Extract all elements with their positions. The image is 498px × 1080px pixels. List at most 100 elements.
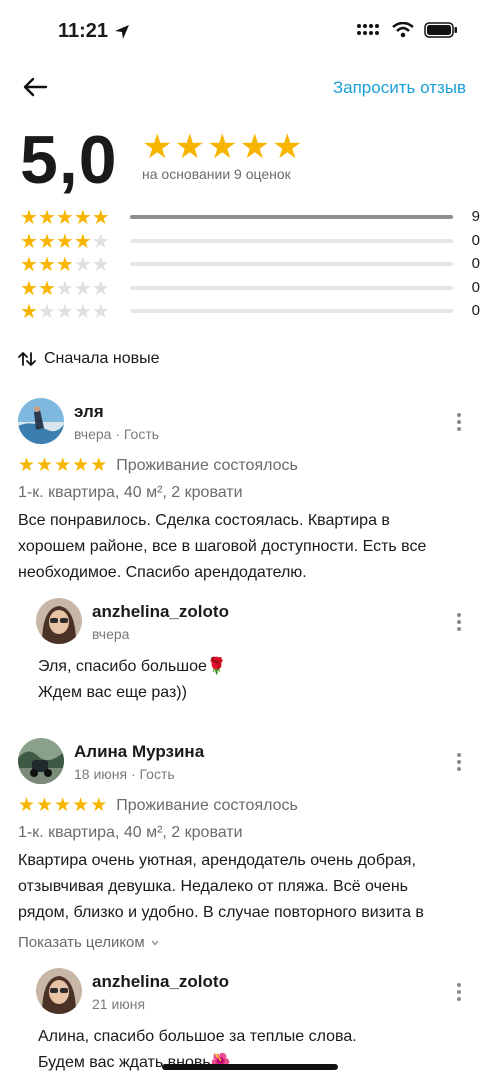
distribution-stars: ★ ★ ★ ★ ★ <box>20 279 110 299</box>
distribution-stars: ★ ★ ★ ★ ★ <box>20 232 110 252</box>
stay-status: Проживание состоялось <box>116 796 298 814</box>
clock: 11:21 <box>58 20 109 42</box>
review-text: Квартира очень уютная, арендодатель очен… <box>18 848 424 926</box>
distribution-bar-fill <box>130 215 453 219</box>
star-icon: ★ <box>90 455 108 476</box>
wifi-icon <box>392 22 414 38</box>
star-icon: ★ <box>91 207 110 229</box>
show-more-button[interactable]: Показать целиком <box>18 934 159 951</box>
star-icon: ★ <box>36 455 54 476</box>
average-score: 5,0 <box>20 122 118 198</box>
review-text-line: хорошем районе, все в шаговой доступност… <box>18 538 427 555</box>
reply-text-line: Эля, спасибо большое🌹 <box>38 658 227 675</box>
star-icon: ★ <box>20 277 38 300</box>
star-icon: ★ <box>20 230 38 253</box>
reply-avatar[interactable] <box>36 968 82 1014</box>
more-options-icon[interactable] <box>453 981 465 1003</box>
star-icon: ★ <box>142 128 173 166</box>
star-icon: ★ <box>206 128 238 166</box>
reply-author: anzhelina_zoloto <box>92 972 229 991</box>
review-rating: ★ ★ ★ ★ ★ Проживание состоялось <box>18 796 298 815</box>
back-button[interactable] <box>22 76 52 100</box>
star-icon: ★ <box>271 128 303 166</box>
star-icon: ★ <box>20 301 38 323</box>
reply-text-line: Будем вас ждать вновь🌺 <box>38 1054 231 1071</box>
star-icon: ★ <box>91 254 110 276</box>
distribution-stars: ★ ★ ★ ★ ★ <box>20 208 110 228</box>
star-icon: ★ <box>90 795 108 816</box>
avatar[interactable] <box>18 738 64 784</box>
star-icon: ★ <box>174 128 205 166</box>
review-text-line: Все понравилось. Сделка состоялась. Квар… <box>18 512 390 529</box>
star-icon: ★ <box>37 207 56 229</box>
distribution-stars: ★ ★ ★ ★ ★ <box>20 302 110 322</box>
sort-button[interactable]: Сначала новые <box>18 350 159 368</box>
distribution-bar <box>130 262 453 266</box>
star-icon: ★ <box>239 128 270 166</box>
star-icon: ★ <box>37 254 56 276</box>
more-options-icon[interactable] <box>453 411 465 433</box>
distribution-row: ★ ★ ★ ★ ★ 0 <box>20 232 484 256</box>
chevron-down-icon <box>151 940 159 945</box>
star-icon: ★ <box>37 277 56 300</box>
distribution-bar <box>130 285 453 290</box>
star-icon: ★ <box>36 795 54 816</box>
star-icon: ★ <box>73 230 92 253</box>
distribution-row: ★ ★ ★ ★ ★ 0 <box>20 255 484 279</box>
reviewer-name: Алина Мурзина <box>74 742 205 761</box>
listing-details: 1-к. квартира, 40 м², 2 кровати <box>18 484 243 501</box>
review-rating: ★ ★ ★ ★ ★ Проживание состоялось <box>18 456 298 475</box>
star-icon: ★ <box>91 277 110 300</box>
reply-avatar[interactable] <box>36 598 82 644</box>
reply-meta: 21 июня <box>92 996 146 1012</box>
distribution-row: ★ ★ ★ ★ ★ 9 <box>20 208 484 232</box>
star-icon: ★ <box>55 254 74 276</box>
request-review-link[interactable]: Запросить отзыв <box>333 78 466 98</box>
status-bar: 11:21 <box>0 0 498 62</box>
rating-distribution: ★ ★ ★ ★ ★ 9 ★ ★ ★ ★ ★ 0 ★ ★ ★ ★ ★ 0 ★ ★ ★ ★ ★ 0 ★ ★ ★ ★ ★ 0 <box>20 208 484 326</box>
review-text-line: Квартира очень уютная, арендодатель очен… <box>18 852 416 869</box>
star-icon: ★ <box>37 230 56 253</box>
arrow-left-icon <box>23 77 48 97</box>
status-time: 11:21 <box>58 20 130 43</box>
star-icon: ★ <box>54 795 72 816</box>
nav-bar: Запросить отзыв <box>0 68 498 108</box>
star-icon: ★ <box>72 455 90 476</box>
star-icon: ★ <box>73 207 92 229</box>
star-icon: ★ <box>55 230 74 253</box>
star-icon: ★ <box>73 254 92 276</box>
star-icon: ★ <box>20 254 38 276</box>
star-icon: ★ <box>20 207 38 229</box>
star-icon: ★ <box>91 301 110 323</box>
reply-text-line: Ждем вас еще раз)) <box>38 684 187 701</box>
reviewer-name: эля <box>74 402 104 421</box>
star-icon: ★ <box>55 207 74 229</box>
review-meta: 18 июня · Гость <box>74 766 175 782</box>
review-text-line: необходимое. Спасибо арендодателю. <box>18 564 307 581</box>
star-icon: ★ <box>72 795 90 816</box>
avatar-photo <box>18 398 64 444</box>
battery-icon <box>424 22 457 38</box>
avatar[interactable] <box>18 398 64 444</box>
review-text-line: рядом, близко и удобно. В случае повторн… <box>18 904 424 921</box>
distribution-row: ★ ★ ★ ★ ★ 0 <box>20 279 484 303</box>
sort-arrows-icon <box>18 352 36 366</box>
star-icon: ★ <box>18 795 36 816</box>
more-options-icon[interactable] <box>453 751 465 773</box>
star-icon: ★ <box>54 455 72 476</box>
distribution-bar <box>130 309 453 313</box>
review-card: эля вчера · Гость ★ ★ ★ ★ ★ Проживание с… <box>18 398 480 710</box>
review-text-line: отзывчивая девушка. Недалеко от пляжа. В… <box>18 878 408 895</box>
star-icon: ★ <box>55 277 74 300</box>
distribution-count: 9 <box>471 208 480 225</box>
distribution-bar <box>130 215 453 219</box>
sort-label: Сначала новые <box>44 350 160 367</box>
status-icons <box>356 22 458 38</box>
review-meta: вчера · Гость <box>74 426 160 442</box>
distribution-count: 0 <box>471 302 480 319</box>
star-icon: ★ <box>55 301 74 323</box>
star-icon: ★ <box>73 301 92 323</box>
more-options-icon[interactable] <box>453 611 465 633</box>
reply-text-line: Алина, спасибо большое за теплые слова. <box>38 1028 357 1045</box>
review-card: Алина Мурзина 18 июня · Гость ★ ★ ★ ★ ★ … <box>18 738 480 1071</box>
